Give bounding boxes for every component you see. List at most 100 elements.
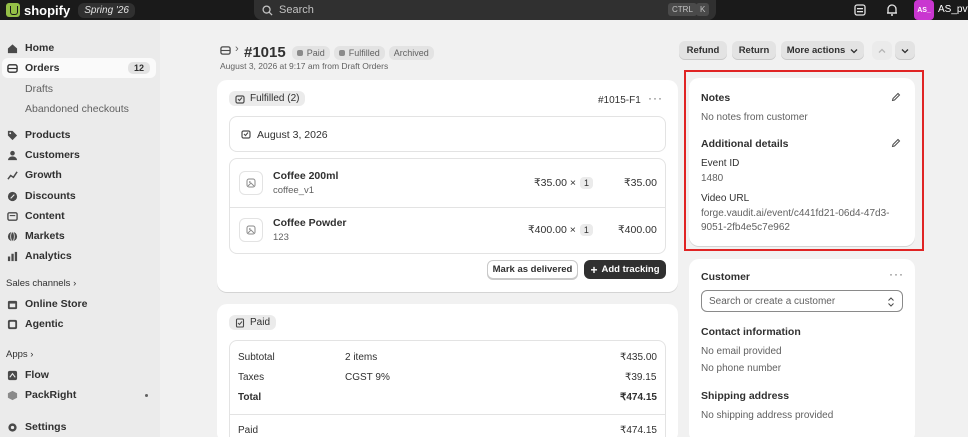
status-badge-archived: Archived	[388, 45, 434, 60]
sidebar-label-packright: PackRight	[25, 389, 77, 401]
chevron-up-icon	[878, 48, 886, 53]
shopify-logo[interactable]: shopify	[6, 3, 70, 18]
summary-detail: 2 items	[345, 352, 378, 363]
sidebar-item-customers[interactable]: Customers	[0, 145, 160, 165]
store-icon	[7, 300, 18, 309]
customer-card: Customer ··· Search or create a customer…	[689, 259, 915, 437]
add-tracking-label: Add tracking	[601, 264, 660, 275]
sales-channels-heading[interactable]: Sales channels ›	[6, 278, 76, 289]
status-badge-paid: Paid	[291, 45, 330, 60]
unit-price: ₹400.00 × 1	[528, 224, 593, 236]
summary-label: Subtotal	[238, 352, 275, 363]
brand-name: shopify	[24, 2, 71, 18]
badge-paid-label: Paid	[306, 47, 325, 58]
chevron-down-icon	[850, 48, 858, 53]
sidebar-item-discounts[interactable]: Discounts	[0, 186, 160, 206]
customer-title: Customer	[701, 271, 751, 283]
gear-icon	[8, 422, 17, 432]
highlight-box	[684, 70, 924, 251]
summary-amount: ₹39.15	[625, 372, 657, 383]
sidebar-item-online-store[interactable]: Online Store	[0, 294, 160, 314]
fulfilled-status-pill: Fulfilled (2)	[229, 91, 306, 106]
page-title-row: #1015 Paid Fulfilled Archived	[244, 44, 438, 61]
payment-summary: Subtotal 2 items ₹435.00 Taxes CGST 9% ₹…	[229, 340, 666, 437]
more-actions-label: More actions	[786, 45, 846, 56]
sidebar-item-settings[interactable]: Settings	[0, 417, 160, 437]
sidebar-item-home[interactable]: Home	[0, 38, 160, 58]
kbd-k: K	[696, 3, 710, 16]
product-name[interactable]: Coffee 200ml	[273, 170, 338, 182]
fulfillment-id: #1015-F1	[598, 95, 641, 106]
summary-amount: ₹435.00	[620, 352, 657, 363]
product-name[interactable]: Coffee Powder	[273, 217, 347, 229]
globe-icon	[7, 231, 18, 241]
chevron-down-icon	[901, 48, 909, 53]
customer-menu-icon[interactable]: ···	[889, 267, 904, 281]
search-bar[interactable]: Search CTRL K	[254, 0, 716, 20]
select-arrows-icon	[888, 297, 894, 307]
sidebar-item-abandoned-checkouts[interactable]: Abandoned checkouts	[0, 99, 160, 119]
product-sku: 123	[273, 232, 289, 243]
return-button[interactable]: Return	[732, 41, 776, 60]
previous-order-button[interactable]	[872, 41, 892, 60]
sidebar-item-flow[interactable]: Flow	[0, 365, 160, 385]
divider	[230, 207, 665, 208]
add-tracking-button[interactable]: + Add tracking	[584, 260, 666, 279]
sidebar-label-home: Home	[25, 42, 55, 54]
orders-breadcrumb-icon[interactable]	[220, 45, 231, 56]
customer-search-input[interactable]: Search or create a customer	[701, 290, 903, 312]
shopify-bag-icon	[6, 3, 20, 17]
apps-heading[interactable]: Apps ›	[6, 349, 33, 360]
search-icon	[262, 4, 273, 16]
sidebar-label-abandoned: Abandoned checkouts	[25, 103, 129, 115]
inbox-icon[interactable]	[853, 3, 867, 17]
no-shipping-text: No shipping address provided	[701, 410, 834, 421]
next-order-button[interactable]	[895, 41, 915, 60]
sidebar-label-products: Products	[25, 129, 71, 141]
sidebar-label-online-store: Online Store	[25, 298, 88, 310]
summary-amount: ₹474.15	[620, 392, 657, 403]
summary-label: Taxes	[238, 372, 265, 383]
bell-icon[interactable]	[885, 3, 899, 17]
sidebar-label-markets: Markets	[25, 230, 65, 242]
fulfillment-menu-icon[interactable]: ···	[648, 91, 663, 105]
summary-detail[interactable]: CGST 9%	[345, 372, 390, 383]
sidebar-item-packright[interactable]: PackRight	[0, 385, 160, 405]
home-icon	[7, 43, 18, 53]
sidebar-item-drafts[interactable]: Drafts	[0, 79, 160, 99]
content-icon	[7, 211, 18, 221]
sidebar-item-markets[interactable]: Markets	[0, 226, 160, 246]
edition-badge[interactable]: Spring '26	[78, 2, 135, 18]
product-image-placeholder-icon	[239, 218, 263, 242]
mark-as-delivered-button[interactable]: Mark as delivered	[487, 260, 578, 279]
growth-icon	[7, 170, 18, 180]
kbd-ctrl: CTRL	[668, 3, 697, 16]
sidebar-label-orders: Orders	[25, 62, 60, 74]
refund-button[interactable]: Refund	[679, 41, 727, 60]
badge-fulfilled-label: Fulfilled	[348, 47, 380, 58]
customer-search-placeholder: Search or create a customer	[709, 295, 836, 307]
sidebar-label-growth: Growth	[25, 169, 62, 181]
payment-card: Paid Subtotal 2 items ₹435.00 Taxes CGST…	[217, 304, 678, 437]
sidebar-item-orders[interactable]: Orders 12	[2, 58, 156, 78]
quantity-badge: 1	[580, 177, 594, 189]
no-email-text: No email provided	[701, 346, 782, 357]
sidebar-label-discounts: Discounts	[25, 190, 76, 202]
times-sign: ×	[569, 177, 577, 189]
paid-amount: ₹474.15	[620, 425, 657, 436]
store-name[interactable]: AS_pvt	[938, 4, 968, 15]
sidebar-item-products[interactable]: Products	[0, 125, 160, 145]
sidebar-item-agentic[interactable]: Agentic	[0, 314, 160, 334]
sidebar-item-content[interactable]: Content	[0, 206, 160, 226]
sidebar-item-growth[interactable]: Growth	[0, 165, 160, 185]
paid-label: Paid	[238, 425, 259, 436]
receipt-icon	[235, 317, 245, 328]
tag-icon	[7, 130, 18, 140]
avatar[interactable]: AS_	[914, 0, 934, 20]
more-actions-button[interactable]: More actions	[781, 41, 864, 60]
unit-price-value: ₹400.00	[528, 224, 567, 236]
discount-icon	[7, 191, 18, 201]
paid-status-label: Paid	[250, 317, 271, 328]
chart-icon	[7, 251, 18, 261]
sidebar-item-analytics[interactable]: Analytics	[0, 246, 160, 266]
